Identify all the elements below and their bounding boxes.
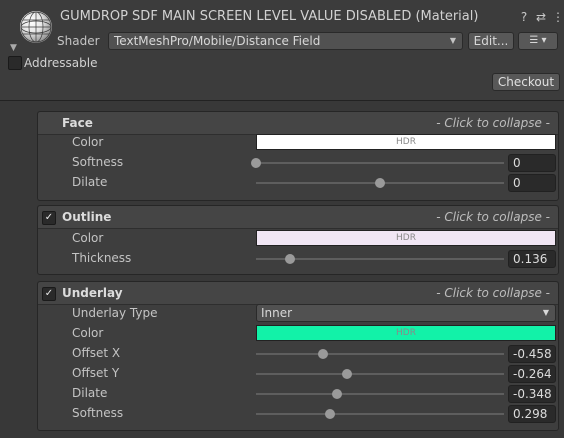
underlay-title: Underlay [62, 286, 123, 300]
underlay-header[interactable]: ✓ Underlay - Click to collapse - [38, 282, 558, 305]
foldout-arrow-icon[interactable]: ▼ [10, 43, 17, 53]
material-sphere-icon [20, 11, 52, 43]
face-section: Face - Click to collapse - Color HDR Sof… [37, 111, 559, 201]
inspector-header: GUMDROP SDF MAIN SCREEN LEVEL VALUE DISA… [0, 0, 564, 101]
slider-knob[interactable] [318, 349, 329, 359]
material-properties: Face - Click to collapse - Color HDR Sof… [0, 101, 564, 438]
edit-shader-button[interactable]: Edit... [468, 32, 514, 50]
underlay-dilate-field[interactable]: -0.348 [508, 385, 556, 403]
underlay-offset-y-label: Offset Y [72, 366, 120, 380]
face-dilate-field[interactable]: 0 [508, 174, 556, 192]
outline-header[interactable]: ✓ Outline - Click to collapse - [38, 206, 558, 229]
underlay-enable-checkbox[interactable]: ✓ [42, 287, 56, 301]
checkout-button[interactable]: Checkout [492, 73, 560, 91]
help-icon[interactable]: ? [517, 9, 531, 25]
slider-knob[interactable] [342, 369, 353, 379]
outline-color-label: Color [72, 231, 104, 245]
face-softness-label: Softness [72, 155, 124, 169]
slider-knob[interactable] [284, 254, 295, 264]
material-title: GUMDROP SDF MAIN SCREEN LEVEL VALUE DISA… [60, 9, 479, 24]
slider-knob[interactable] [324, 409, 335, 419]
shader-label: Shader [57, 34, 100, 48]
face-collapse-hint[interactable]: - Click to collapse - [436, 116, 550, 130]
chevron-down-icon: ▼ [542, 308, 549, 317]
outline-color-field[interactable]: HDR [256, 230, 556, 246]
face-title: Face [62, 116, 93, 130]
face-softness-field[interactable]: 0 [508, 154, 556, 172]
underlay-offset-y-field[interactable]: -0.264 [508, 365, 556, 383]
underlay-softness-slider[interactable] [256, 409, 504, 419]
underlay-type-value: Inner [261, 306, 293, 320]
shader-dropdown[interactable]: TextMeshPro/Mobile/Distance Field ▼ [108, 32, 463, 50]
slider-knob[interactable] [375, 178, 385, 188]
underlay-softness-label: Softness [72, 406, 124, 420]
face-softness-slider[interactable] [251, 158, 504, 168]
underlay-offset-x-field[interactable]: -0.458 [508, 345, 556, 363]
underlay-dilate-label: Dilate [72, 386, 108, 400]
underlay-type-dropdown[interactable]: Inner ▼ [256, 304, 556, 322]
addressable-label: Addressable [24, 56, 98, 70]
addressable-checkbox[interactable] [8, 56, 22, 70]
face-header[interactable]: Face - Click to collapse - [38, 112, 558, 135]
presets-icon[interactable]: ⇄ [534, 9, 548, 25]
underlay-collapse-hint[interactable]: - Click to collapse - [436, 286, 550, 300]
face-dilate-label: Dilate [72, 175, 108, 189]
shader-menu-button[interactable]: ☰ ▾ [518, 32, 558, 50]
outline-title: Outline [62, 210, 112, 224]
outline-collapse-hint[interactable]: - Click to collapse - [436, 210, 550, 224]
outline-thickness-slider[interactable] [256, 254, 504, 264]
slider-knob[interactable] [331, 389, 342, 399]
underlay-color-label: Color [72, 326, 104, 340]
outline-section: ✓ Outline - Click to collapse - Color HD… [37, 205, 559, 275]
face-dilate-slider[interactable] [256, 178, 504, 188]
face-color-field[interactable]: HDR [256, 134, 556, 150]
shader-value: TextMeshPro/Mobile/Distance Field [114, 34, 321, 48]
face-color-label: Color [72, 135, 104, 149]
underlay-dilate-slider[interactable] [256, 389, 504, 399]
outline-enable-checkbox[interactable]: ✓ [42, 211, 56, 225]
kebab-menu-icon[interactable]: ⋮ [551, 9, 564, 25]
underlay-color-field[interactable]: HDR [256, 325, 556, 341]
chevron-down-icon: ▼ [449, 36, 456, 45]
outline-thickness-field[interactable]: 0.136 [508, 250, 556, 268]
underlay-softness-field[interactable]: 0.298 [508, 405, 556, 423]
underlay-type-label: Underlay Type [72, 306, 158, 320]
outline-thickness-label: Thickness [72, 251, 132, 265]
slider-knob[interactable] [251, 158, 261, 168]
underlay-offset-x-slider[interactable] [256, 349, 504, 359]
underlay-offset-x-label: Offset X [72, 346, 121, 360]
underlay-offset-y-slider[interactable] [256, 369, 504, 379]
underlay-section: ✓ Underlay - Click to collapse - Underla… [37, 281, 559, 431]
